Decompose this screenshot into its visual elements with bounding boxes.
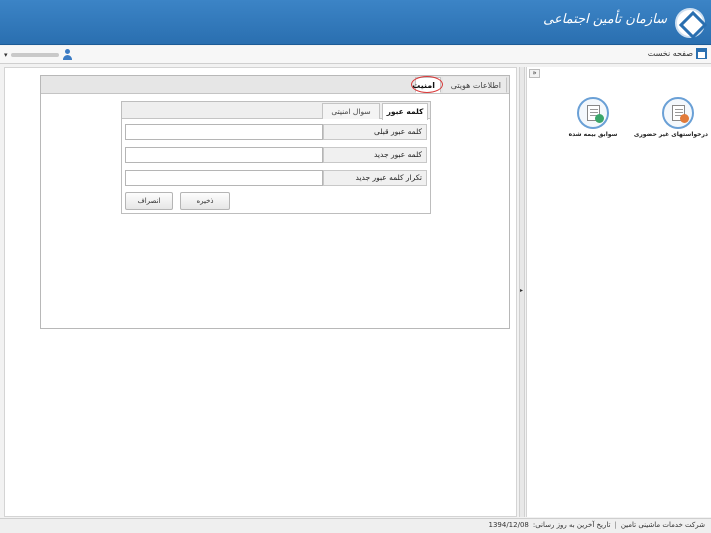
tab-security-question[interactable]: سوال امنیتی — [322, 103, 380, 119]
home-label: صفحه نخست — [647, 49, 693, 58]
confirm-password-row: تکرار کلمه عبور جدید — [125, 170, 427, 186]
organization-logo-icon — [675, 8, 705, 38]
user-menu[interactable]: ▾ — [4, 49, 73, 60]
user-icon — [62, 49, 73, 60]
new-password-row: کلمه عبور جدید — [125, 147, 427, 163]
status-text: شرکت خدمات ماشینی تامین | تاریخ آخرین به… — [489, 521, 706, 529]
status-bar: شرکت خدمات ماشینی تامین | تاریخ آخرین به… — [0, 518, 711, 533]
tab-identity[interactable]: اطلاعات هویتی — [443, 77, 507, 93]
service-online-request[interactable]: درخواستهای غیر حضوری — [633, 97, 708, 138]
old-password-row: کلمه عبور قبلی — [125, 124, 427, 140]
home-icon — [696, 48, 707, 59]
chevron-right-icon: ▸ — [520, 287, 524, 294]
confirm-password-label: تکرار کلمه عبور جدید — [323, 170, 427, 186]
old-password-label: کلمه عبور قبلی — [323, 124, 427, 140]
insurance-records-icon — [577, 97, 609, 129]
save-button[interactable]: ذخیره — [180, 192, 230, 210]
chevron-down-icon: ▾ — [4, 50, 8, 59]
status-update-date: 1394/12/08 — [488, 521, 529, 529]
collapse-panel-button[interactable]: » — [529, 69, 540, 78]
highlight-circle — [411, 76, 443, 93]
brand-title: سازمان تأمین اجتماعی — [543, 12, 667, 27]
service-online-request-label: درخواستهای غیر حضوری — [633, 131, 708, 138]
panel-splitter[interactable]: ▸ — [519, 67, 525, 517]
service-insurance-records[interactable]: سوابق بیمه شده — [563, 97, 623, 138]
home-link[interactable]: صفحه نخست — [648, 48, 707, 59]
confirm-password-input[interactable] — [125, 170, 323, 186]
window-tabs: اطلاعات هویتی امنیت — [41, 76, 509, 94]
services-panel: » درخواستهای غیر حضوری سوابق بیمه شده — [526, 67, 711, 517]
app-header: سازمان تأمین اجتماعی — [0, 0, 711, 45]
cancel-button[interactable]: انصراف — [125, 192, 173, 210]
new-password-label: کلمه عبور جدید — [323, 147, 427, 163]
old-password-input[interactable] — [125, 124, 323, 140]
profile-window: اطلاعات هویتی امنیت کلمه عبور سوال امنیت… — [40, 75, 510, 329]
security-panel: کلمه عبور سوال امنیتی کلمه عبور قبلی کلم… — [121, 101, 431, 214]
status-company: شرکت خدمات ماشینی تامین — [620, 521, 705, 529]
user-name-blurred — [10, 52, 59, 57]
new-password-input[interactable] — [125, 147, 323, 163]
nav-bar: صفحه نخست ▾ — [0, 46, 711, 64]
online-request-icon — [662, 97, 694, 129]
tab-password[interactable]: کلمه عبور — [382, 103, 428, 120]
security-tabs: کلمه عبور سوال امنیتی — [122, 102, 430, 120]
status-update-label: تاریخ آخرین به روز رسانی: — [532, 521, 611, 529]
service-insurance-records-label: سوابق بیمه شده — [568, 131, 618, 138]
status-separator: | — [614, 521, 617, 529]
